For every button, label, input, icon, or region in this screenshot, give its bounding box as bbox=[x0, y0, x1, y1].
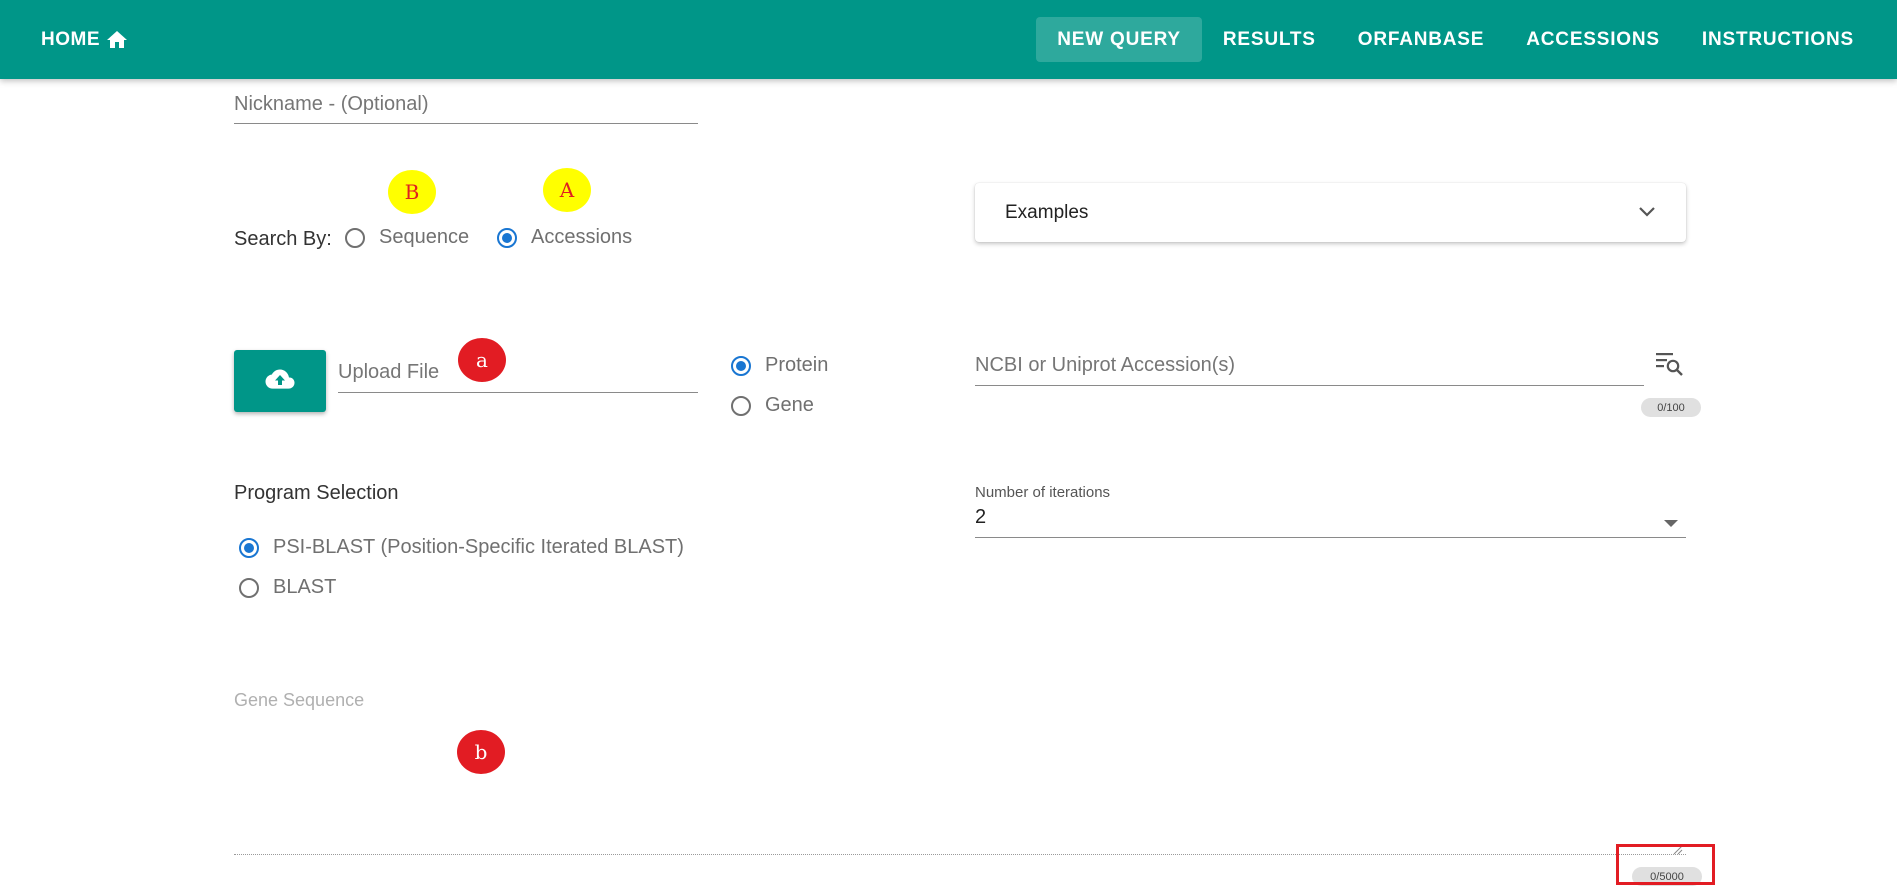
accession-input[interactable]: NCBI or Uniprot Accession(s) bbox=[975, 354, 1235, 377]
radio-circle bbox=[239, 537, 259, 558]
program-selection-label: Program Selection bbox=[234, 482, 399, 504]
search-list-icon[interactable] bbox=[1655, 351, 1685, 384]
radio-circle bbox=[345, 227, 365, 248]
radio-circle bbox=[731, 395, 751, 416]
search-by-label: Search By: bbox=[234, 228, 332, 250]
annotation-marker-a: a bbox=[458, 338, 506, 382]
search-by-sequence-radio[interactable]: Sequence bbox=[345, 226, 469, 249]
nav-orfanbase[interactable]: ORFANBASE bbox=[1337, 17, 1506, 62]
home-label: HOME bbox=[41, 28, 100, 50]
chevron-down-icon bbox=[1638, 202, 1656, 224]
search-by-accessions-radio[interactable]: Accessions bbox=[497, 226, 632, 249]
radio-label: Protein bbox=[765, 354, 829, 376]
radio-circle bbox=[239, 577, 259, 598]
radio-label: Accessions bbox=[531, 226, 633, 248]
radio-label: Gene bbox=[765, 394, 814, 416]
gene-radio[interactable]: Gene bbox=[731, 394, 814, 417]
cloud-upload-icon bbox=[265, 368, 295, 395]
main-nav: NEW QUERY RESULTS ORFANBASE ACCESSIONS I… bbox=[1036, 17, 1875, 62]
blast-radio[interactable]: BLAST bbox=[239, 576, 336, 599]
nickname-input[interactable]: Nickname - (Optional) bbox=[234, 93, 429, 116]
protein-radio[interactable]: Protein bbox=[731, 354, 828, 377]
upload-file-input[interactable]: Upload File bbox=[338, 361, 439, 384]
home-link[interactable]: HOME bbox=[41, 0, 130, 79]
psi-blast-radio[interactable]: PSI-BLAST (Position-Specific Iterated BL… bbox=[239, 536, 684, 559]
radio-circle bbox=[731, 355, 751, 376]
nav-accessions[interactable]: ACCESSIONS bbox=[1505, 17, 1681, 62]
upload-button[interactable] bbox=[234, 350, 326, 412]
nickname-underline bbox=[234, 123, 698, 124]
examples-label: Examples bbox=[1005, 201, 1089, 223]
radio-label: Sequence bbox=[379, 226, 470, 248]
radio-circle bbox=[497, 227, 517, 248]
annotation-marker-B: B bbox=[388, 170, 436, 214]
radio-label: PSI-BLAST (Position-Specific Iterated BL… bbox=[273, 536, 684, 558]
dropdown-arrow-icon[interactable] bbox=[1664, 515, 1678, 533]
gene-sequence-textarea[interactable]: Gene Sequence bbox=[234, 690, 364, 711]
annotation-marker-A: A bbox=[543, 168, 591, 212]
upload-file-underline bbox=[338, 392, 698, 393]
accession-counter: 0/100 bbox=[1641, 398, 1701, 417]
home-icon bbox=[104, 28, 130, 52]
nav-new-query[interactable]: NEW QUERY bbox=[1036, 17, 1202, 62]
examples-panel[interactable]: Examples bbox=[975, 183, 1686, 242]
radio-label: BLAST bbox=[273, 576, 337, 598]
iterations-label: Number of iterations bbox=[975, 484, 1111, 501]
nav-results[interactable]: RESULTS bbox=[1202, 17, 1337, 62]
iterations-select[interactable]: 2 bbox=[975, 506, 986, 529]
nav-instructions[interactable]: INSTRUCTIONS bbox=[1681, 17, 1875, 62]
gene-sequence-underline bbox=[234, 854, 1686, 855]
accession-underline bbox=[975, 385, 1644, 386]
top-nav-bar: HOME NEW QUERY RESULTS ORFANBASE ACCESSI… bbox=[0, 0, 1897, 79]
iterations-underline bbox=[975, 537, 1686, 538]
annotation-marker-b: b bbox=[457, 730, 505, 774]
highlight-box bbox=[1616, 844, 1715, 885]
